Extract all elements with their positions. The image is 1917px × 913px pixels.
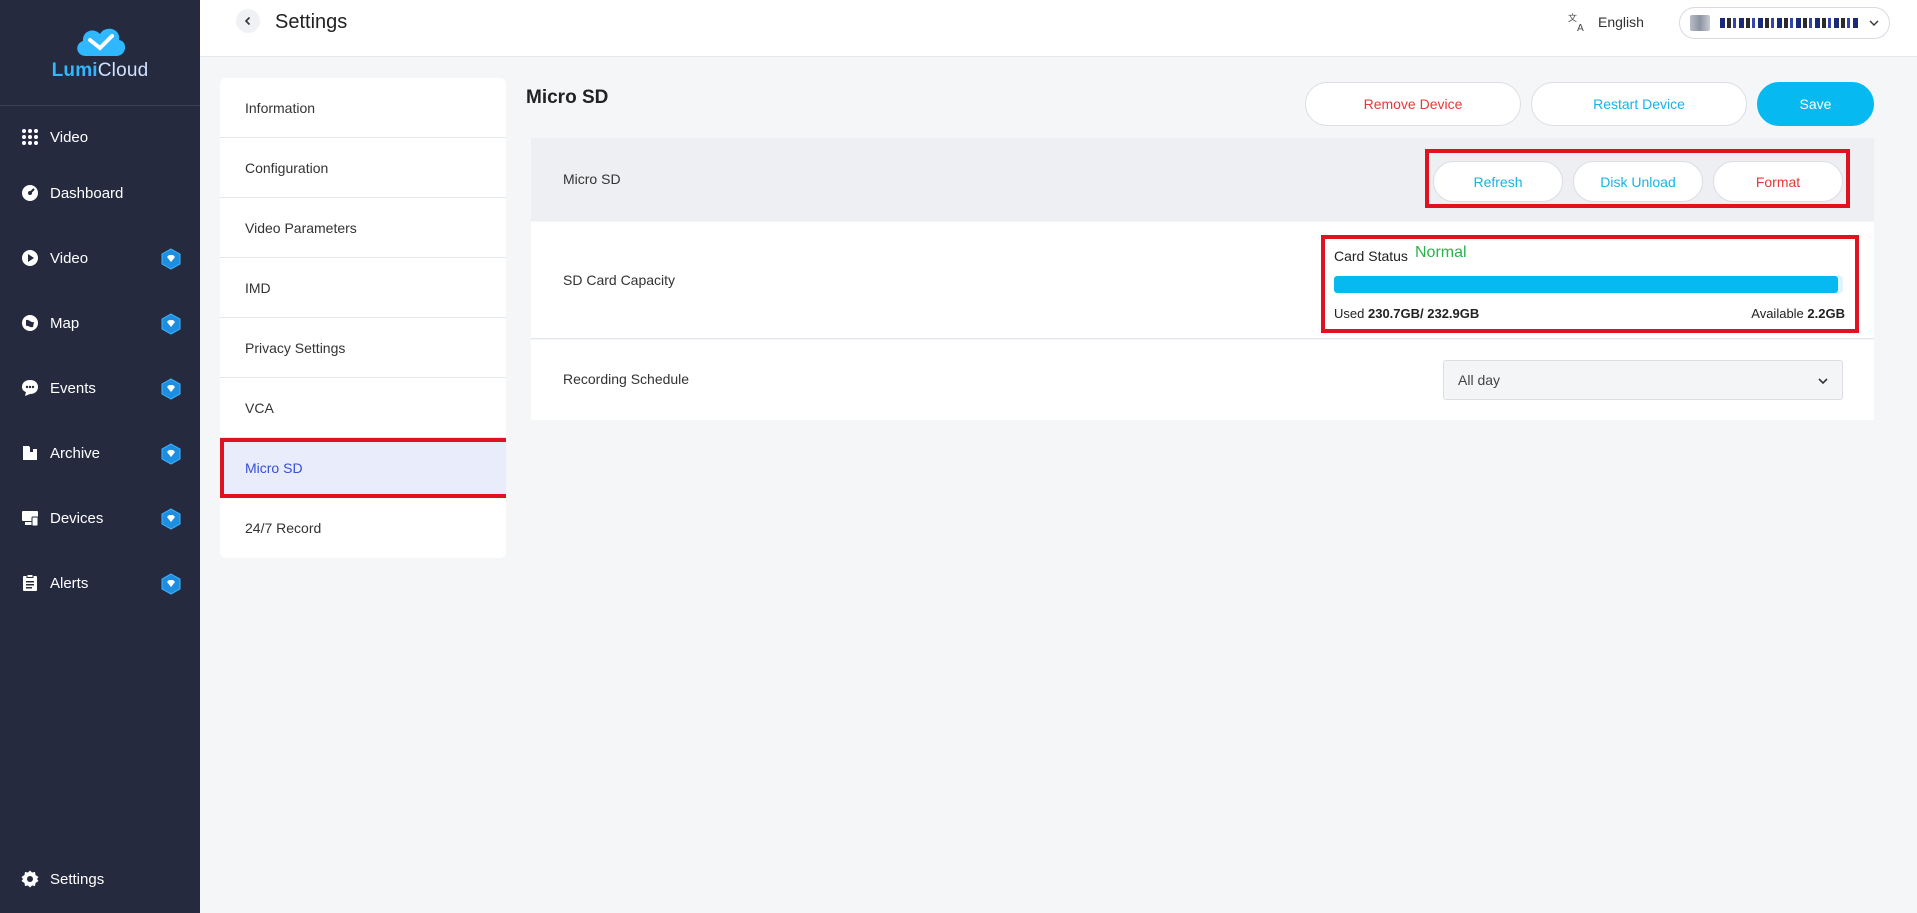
submenu-item-video-parameters[interactable]: Video Parameters: [220, 198, 506, 258]
sidebar-item-devices[interactable]: Devices: [0, 496, 200, 540]
chevron-down-icon: [1818, 378, 1828, 385]
back-button[interactable]: [236, 9, 260, 33]
sidebar-item-label: Video: [50, 249, 89, 267]
sidebar-item-label: Devices: [50, 509, 104, 527]
sidebar-item-label: Map: [50, 314, 80, 332]
disk-unload-button[interactable]: Disk Unload: [1573, 161, 1703, 202]
play-circle-icon: [20, 248, 40, 268]
sidebar-item-alerts[interactable]: Alerts: [0, 561, 200, 605]
folder-icon: [20, 443, 40, 463]
chevron-left-icon: [244, 16, 251, 26]
premium-badge-icon: [161, 248, 181, 270]
brand-logo[interactable]: LumiCloud: [0, 0, 200, 106]
sidebar-item-settings[interactable]: Settings: [0, 857, 200, 901]
sidebar: LumiCloud Video Dashboard Video Map Even…: [0, 0, 200, 913]
gauge-icon: [20, 183, 40, 203]
devices-icon: [20, 508, 40, 528]
submenu-item-privacy-settings[interactable]: Privacy Settings: [220, 318, 506, 378]
sidebar-item-label: Events: [50, 379, 96, 397]
chevron-down-icon: [1869, 20, 1879, 26]
settings-submenu: Information Configuration Video Paramete…: [220, 78, 506, 558]
sd-capacity-label: SD Card Capacity: [563, 272, 676, 288]
sidebar-item-video-wall[interactable]: Video: [0, 115, 200, 159]
submenu-item-24-7-record[interactable]: 24/7 Record: [220, 498, 506, 558]
sd-actions-group: Refresh Disk Unload Format: [1425, 149, 1850, 208]
capacity-bar: [1334, 276, 1843, 293]
submenu-item-vca[interactable]: VCA: [220, 378, 506, 438]
remove-device-button[interactable]: Remove Device: [1305, 82, 1521, 126]
sidebar-item-archive[interactable]: Archive: [0, 431, 200, 475]
sidebar-item-dashboard[interactable]: Dashboard: [0, 171, 200, 215]
page-title: Settings: [275, 11, 348, 33]
sidebar-item-events[interactable]: Events: [0, 366, 200, 410]
used-capacity: Used 230.7GB/ 232.9GB: [1334, 306, 1480, 321]
translate-icon: 文A: [1568, 12, 1584, 32]
svg-text:文: 文: [1568, 12, 1577, 24]
sidebar-item-video[interactable]: Video: [0, 236, 200, 280]
format-button[interactable]: Format: [1713, 161, 1843, 202]
account-name-redacted: [1720, 18, 1860, 28]
svg-text:A: A: [1577, 23, 1584, 32]
premium-badge-icon: [161, 378, 181, 400]
premium-badge-icon: [161, 443, 181, 465]
grid-icon: [20, 127, 40, 147]
save-button[interactable]: Save: [1757, 82, 1874, 126]
chat-bubble-icon: [20, 378, 40, 398]
restart-device-button[interactable]: Restart Device: [1531, 82, 1747, 126]
sidebar-item-label: Alerts: [50, 574, 89, 592]
sidebar-item-label: Archive: [50, 444, 101, 462]
recording-schedule-select[interactable]: All day: [1443, 360, 1843, 400]
language-label: English: [1598, 14, 1644, 30]
submenu-item-imd[interactable]: IMD: [220, 258, 506, 318]
sidebar-item-label: Video: [50, 128, 89, 146]
avatar: [1690, 15, 1710, 31]
account-menu[interactable]: [1679, 7, 1890, 39]
submenu-item-information[interactable]: Information: [220, 78, 506, 138]
micro-sd-label: Micro SD: [563, 171, 621, 187]
card-status-value: Normal: [1415, 244, 1467, 261]
premium-badge-icon: [161, 573, 181, 595]
clipboard-icon: [20, 573, 40, 593]
premium-badge-icon: [161, 508, 181, 530]
section-title: Micro SD: [526, 87, 609, 108]
card-status-label: Card Status: [1334, 248, 1408, 264]
refresh-button[interactable]: Refresh: [1433, 161, 1563, 202]
sidebar-item-label: Dashboard: [50, 184, 124, 202]
available-capacity: Available 2.2GB: [1751, 306, 1845, 321]
sidebar-item-label: Settings: [50, 870, 105, 888]
cloud-logo-icon: [77, 28, 126, 56]
recording-schedule-value: All day: [1458, 372, 1501, 388]
top-header: Settings 文A English: [200, 0, 1917, 57]
capacity-bar-fill: [1334, 276, 1838, 293]
sidebar-item-map[interactable]: Map: [0, 301, 200, 345]
premium-badge-icon: [161, 313, 181, 335]
submenu-item-configuration[interactable]: Configuration: [220, 138, 506, 198]
map-icon: [20, 313, 40, 333]
capacity-panel: Card Status Normal Used 230.7GB/ 232.9GB…: [1321, 235, 1859, 333]
gear-icon: [20, 869, 40, 889]
submenu-item-micro-sd[interactable]: Micro SD: [220, 438, 506, 498]
language-selector[interactable]: 文A English: [1568, 12, 1644, 32]
brand-name: LumiCloud: [51, 60, 149, 81]
recording-schedule-label: Recording Schedule: [563, 371, 690, 387]
